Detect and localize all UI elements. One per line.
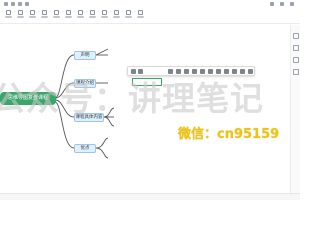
wechat-watermark: 微信：cn95159: [178, 127, 280, 142]
subtopic-node[interactable]: [109, 46, 159, 51]
subtopic-node[interactable]: [109, 53, 149, 58]
subtopic-node[interactable]: [109, 136, 129, 141]
subtopic-node[interactable]: [115, 124, 145, 129]
watermark-text: 公众号：讲理笔记: [0, 79, 264, 118]
connector-leaf-8: [95, 147, 109, 159]
status-bar: [0, 193, 300, 200]
subtopic-node[interactable]: [109, 156, 129, 161]
branch-topic-declaration[interactable]: 声明: [74, 51, 96, 60]
connector-leaf-7: [95, 137, 109, 149]
connector-leaf-1: [95, 48, 109, 56]
branch-topic-advantages[interactable]: 优点: [74, 144, 96, 153]
